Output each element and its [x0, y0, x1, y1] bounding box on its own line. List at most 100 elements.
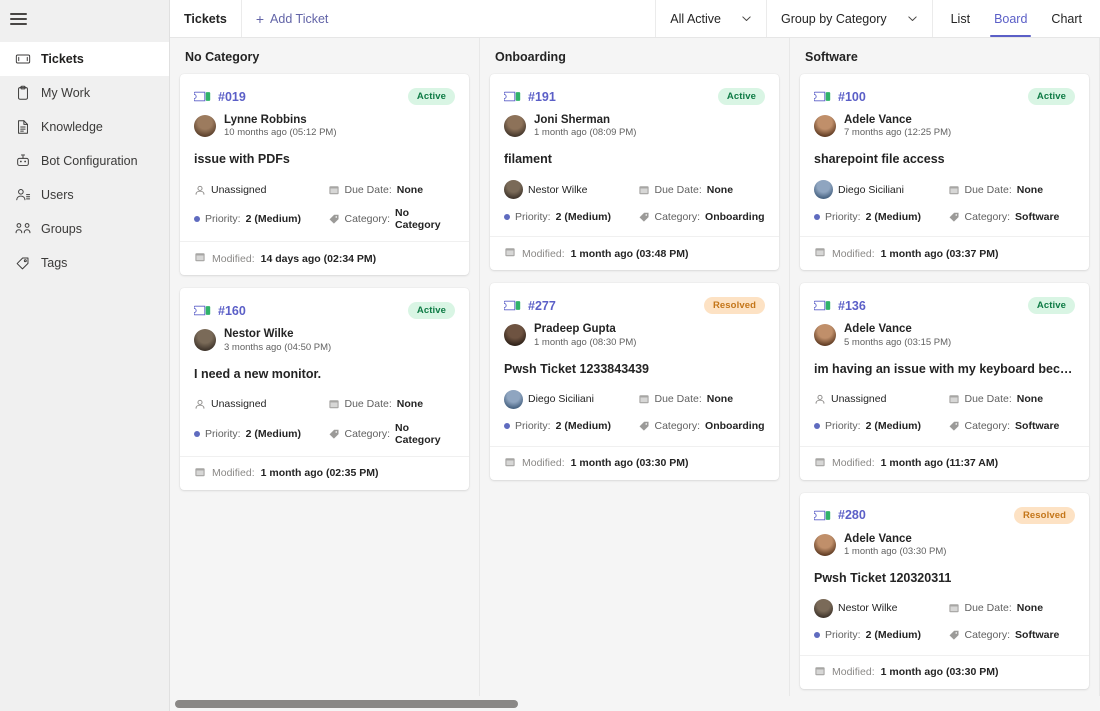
ticket-card-body: #019 Active Lynne Robbins 10 months ago … [180, 74, 469, 241]
priority-value: 2 (Medium) [865, 629, 922, 642]
filter-dropdown[interactable]: All Active [655, 0, 766, 37]
priority-dot-icon [814, 423, 820, 429]
hamburger-icon [10, 13, 27, 25]
requester-avatar [504, 324, 526, 347]
priority: Priority: 2 (Medium) [814, 207, 942, 226]
ticket-icon [814, 299, 832, 312]
person-icon [194, 398, 206, 410]
assignee[interactable]: Nestor Wilke [504, 180, 632, 200]
requester-timestamp: 1 month ago (08:09 PM) [534, 127, 637, 139]
ticket-card[interactable]: #100 Active Adele Vance 7 months ago (12… [800, 74, 1089, 271]
calendar-icon [638, 393, 650, 405]
ticket-card-footer: Modified: 1 month ago (03:48 PM) [490, 236, 779, 270]
horizontal-scrollbar-thumb[interactable] [175, 700, 518, 708]
calendar-icon [948, 602, 960, 614]
group-by-dropdown[interactable]: Group by Category [766, 0, 932, 37]
requester: Nestor Wilke 3 months ago (04:50 PM) [194, 327, 455, 353]
ticket-icon [814, 509, 832, 522]
assignee-name: Unassigned [211, 183, 267, 196]
requester-name: Joni Sherman [534, 114, 611, 126]
category-value: Software [1015, 210, 1060, 223]
ticket-card[interactable]: #160 Active Nestor Wilke 3 months ago (0… [180, 288, 469, 490]
assignee-name: Unassigned [211, 398, 267, 410]
ticket-card[interactable]: #280 Resolved Adele Vance 1 month ago (0… [800, 492, 1089, 689]
ticket-title: im having an issue with my keyboard beca… [814, 361, 1075, 376]
board-column-cards: #100 Active Adele Vance 7 months ago (12… [800, 74, 1089, 701]
requester: Adele Vance 7 months ago (12:25 PM) [814, 113, 1075, 139]
sidebar-item-users[interactable]: Users [0, 178, 169, 212]
ticket-id[interactable]: #019 [194, 90, 246, 104]
board-column-cards: #191 Active Joni Sherman 1 month ago (08… [490, 74, 779, 492]
assignee-avatar [814, 180, 833, 200]
calendar-icon [948, 393, 960, 405]
ticket-card-body: #277 Resolved Pradeep Gupta 1 month ago … [490, 283, 779, 445]
requester-avatar [194, 329, 216, 352]
priority-label: Priority: [205, 427, 241, 440]
priority-value: 2 (Medium) [865, 420, 922, 432]
requester: Lynne Robbins 10 months ago (05:12 PM) [194, 113, 455, 139]
ticket-id[interactable]: #277 [504, 299, 556, 313]
sidebar-item-tickets[interactable]: Tickets [0, 42, 169, 76]
due-date-label: Due Date: [344, 398, 392, 410]
tag-icon [948, 629, 960, 641]
ticket-id[interactable]: #100 [814, 90, 866, 104]
priority: Priority: 2 (Medium) [814, 417, 942, 436]
assignee[interactable]: Unassigned [814, 390, 942, 409]
page-title: Tickets [170, 0, 242, 37]
requester-timestamp: 10 months ago (05:12 PM) [224, 127, 337, 139]
ticket-icon [14, 51, 31, 68]
category-label: Category: [654, 420, 701, 432]
ticket-card[interactable]: #191 Active Joni Sherman 1 month ago (08… [490, 74, 779, 271]
sidebar-item-knowledge[interactable]: Knowledge [0, 110, 169, 144]
assignee[interactable]: Unassigned [194, 395, 322, 414]
add-ticket-button[interactable]: + Add Ticket [242, 0, 343, 37]
clipboard-icon [14, 85, 31, 102]
ticket-card[interactable]: #277 Resolved Pradeep Gupta 1 month ago … [490, 283, 779, 480]
due-date-label: Due Date: [654, 183, 702, 196]
view-tab-chart[interactable]: Chart [1039, 0, 1094, 37]
requester: Pradeep Gupta 1 month ago (08:30 PM) [504, 322, 765, 348]
priority-value: 2 (Medium) [245, 427, 302, 440]
priority: Priority: 2 (Medium) [504, 417, 632, 436]
sidebar-item-label: Bot Configuration [41, 154, 138, 168]
users-icon [14, 187, 31, 204]
category: Category: Onboarding [638, 207, 766, 226]
requester-timestamp: 7 months ago (12:25 PM) [844, 127, 952, 139]
priority-label: Priority: [515, 210, 551, 223]
ticket-card[interactable]: #019 Active Lynne Robbins 10 months ago … [180, 74, 469, 276]
sidebar-item-my-work[interactable]: My Work [0, 76, 169, 110]
requester: Adele Vance 1 month ago (03:30 PM) [814, 532, 1075, 558]
requester-text: Joni Sherman 1 month ago (08:09 PM) [534, 113, 636, 139]
hamburger-menu-button[interactable] [0, 0, 169, 38]
tag-icon [948, 420, 960, 432]
view-tab-board[interactable]: Board [982, 0, 1039, 37]
assignee[interactable]: Diego Siciliani [814, 180, 942, 200]
ticket-card[interactable]: #136 Active Adele Vance 5 months ago (03… [800, 283, 1089, 480]
assignee[interactable]: Nestor Wilke [814, 598, 942, 618]
priority: Priority: 2 (Medium) [504, 207, 632, 226]
document-icon [14, 119, 31, 136]
due-date-value: None [1016, 393, 1044, 405]
priority-dot-icon [504, 423, 510, 429]
ticket-id[interactable]: #136 [814, 299, 866, 313]
modified-label: Modified: [522, 247, 565, 260]
ticket-id[interactable]: #191 [504, 90, 556, 104]
priority-label: Priority: [205, 213, 241, 226]
view-tab-list[interactable]: List [939, 0, 982, 37]
ticket-id-label: #191 [528, 89, 556, 104]
sidebar-item-tags[interactable]: Tags [0, 246, 169, 280]
sidebar-item-groups[interactable]: Groups [0, 212, 169, 246]
due-date-value: None [396, 183, 424, 196]
assignee[interactable]: Diego Siciliani [504, 389, 632, 409]
ticket-id[interactable]: #160 [194, 304, 246, 318]
board-column-title: Software [805, 50, 858, 64]
ticket-icon [814, 90, 832, 103]
ticket-id[interactable]: #280 [814, 508, 866, 522]
assignee[interactable]: Unassigned [194, 180, 322, 199]
sidebar-item-bot-configuration[interactable]: Bot Configuration [0, 144, 169, 178]
requester-name: Lynne Robbins [224, 114, 307, 126]
requester-text: Adele Vance 7 months ago (12:25 PM) [844, 113, 951, 139]
horizontal-scrollbar[interactable] [170, 696, 1100, 711]
requester-text: Lynne Robbins 10 months ago (05:12 PM) [224, 113, 336, 139]
